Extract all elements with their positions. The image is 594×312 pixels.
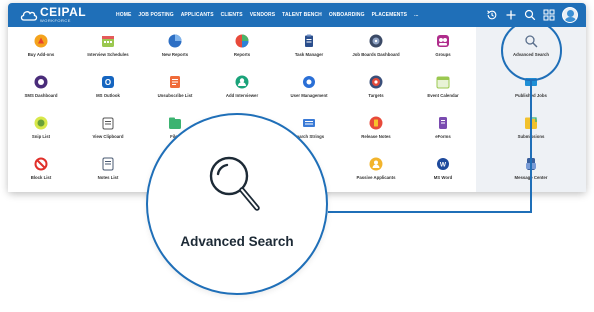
tile-interview-schedules[interactable]: Interview Schedules	[75, 27, 141, 68]
tile-label: Groups	[435, 52, 451, 57]
tile-label: Block List	[30, 175, 52, 180]
tile-label: Notes List	[97, 175, 119, 180]
advanced-search-callout-label: Advanced Search	[180, 234, 294, 249]
plus-icon[interactable]	[504, 8, 518, 22]
tile-message-center[interactable]: Message Center	[476, 150, 586, 191]
tile-add-interviewer[interactable]: Add Interviewer	[209, 68, 275, 109]
tile-ms-word[interactable]: W MS Word	[410, 150, 476, 191]
passive-applicants-icon	[369, 157, 383, 171]
logo-text: CEIPAL	[40, 5, 87, 19]
ceipal-logo[interactable]: CEIPAL WORKFORCE	[20, 6, 100, 24]
tile-label: Targets	[368, 93, 384, 98]
submissions-icon	[525, 117, 537, 129]
buy-add-ons-icon	[34, 34, 48, 48]
tile-label: Unsubscribe List	[157, 93, 193, 98]
svg-text:O: O	[105, 78, 111, 87]
targets-icon	[369, 75, 383, 89]
nav-more[interactable]: ...	[414, 12, 418, 18]
nav-home[interactable]: HOME	[116, 12, 131, 18]
tile-task-manager[interactable]: Task Manager	[276, 27, 342, 68]
tile-label: eForms	[435, 134, 451, 139]
tile-label: Interview Schedules	[87, 52, 129, 57]
top-navigation-bar: CEIPAL WORKFORCE HOME JOB POSTING APPLIC…	[8, 3, 586, 27]
nav-applicants[interactable]: APPLICANTS	[181, 12, 214, 18]
nav-talent-bench[interactable]: TALENT BENCH	[282, 12, 322, 18]
notes-list-icon	[102, 157, 114, 171]
tile-label: Add Interviewer	[225, 93, 259, 98]
tile-snip-list[interactable]: Snip List	[8, 109, 74, 150]
logo-subtext: WORKFORCE	[40, 18, 71, 23]
tile-job-boards-dashboard[interactable]: Job Boards Dashboard	[343, 27, 409, 68]
tile-event-calendar[interactable]: Event Calendar	[410, 68, 476, 109]
tile-passive-applicants[interactable]: Passive Applicants	[343, 150, 409, 191]
event-calendar-icon	[436, 76, 450, 89]
user-management-icon	[303, 76, 315, 88]
tile-unsubscribe-list[interactable]: Unsubscribe List	[142, 68, 208, 109]
advanced-search-large-icon	[209, 156, 260, 211]
tile-label: Release Notes	[361, 134, 391, 139]
reports-icon	[235, 34, 249, 48]
user-avatar[interactable]	[562, 7, 578, 23]
nav-clients[interactable]: CLIENTS	[221, 12, 243, 18]
ms-outlook-icon: O	[102, 76, 114, 88]
tile-buy-add-ons[interactable]: Buy Add-ons	[8, 27, 74, 68]
ms-word-icon: W	[437, 158, 449, 170]
tile-block-list[interactable]: Block List	[8, 150, 74, 191]
tile-sms-dashboard[interactable]: SMS Dashboard	[8, 68, 74, 109]
tile-label: Job Boards Dashboard	[352, 52, 400, 57]
release-notes-icon	[369, 116, 383, 130]
tile-release-notes[interactable]: Release Notes	[343, 109, 409, 150]
add-interviewer-icon	[235, 75, 249, 89]
tile-notes-list[interactable]: Notes List	[75, 150, 141, 191]
tile-label: View Clipboard	[92, 134, 124, 139]
tile-label: SMS Dashboard	[24, 93, 58, 98]
history-icon[interactable]	[485, 8, 499, 22]
tile-label: MS Word	[433, 175, 453, 180]
tile-label: Submissions	[517, 134, 545, 139]
nav-job-posting[interactable]: JOB POSTING	[138, 12, 173, 18]
nav-placements[interactable]: PLACEMENTS	[372, 12, 407, 18]
tile-label: Message Center	[514, 175, 548, 180]
tile-label: Event Calendar	[427, 93, 459, 98]
job-boards-dashboard-icon	[369, 34, 383, 48]
tile-submissions[interactable]: Submissions	[476, 109, 586, 150]
tile-label: Buy Add-ons	[27, 52, 55, 57]
groups-icon	[437, 35, 449, 47]
tile-ms-outlook[interactable]: O MS Outlook	[75, 68, 141, 109]
message-center-icon	[526, 158, 536, 170]
tile-label: Task Manager	[294, 52, 324, 57]
files-icon	[169, 117, 181, 129]
search-strings-icon	[303, 119, 315, 127]
tile-reports[interactable]: Reports	[209, 27, 275, 68]
cloud-logo-icon	[20, 11, 38, 21]
block-list-icon	[34, 157, 48, 171]
tile-label: MS Outlook	[96, 93, 120, 98]
tile-label: Published Jobs	[515, 93, 547, 98]
highlight-circle	[501, 20, 562, 81]
eforms-icon	[439, 117, 447, 129]
nav-vendors[interactable]: VENDORS	[250, 12, 275, 18]
snip-list-icon	[34, 116, 48, 130]
interview-schedules-icon	[102, 36, 114, 47]
main-nav: HOME JOB POSTING APPLICANTS CLIENTS VEND…	[116, 3, 426, 27]
tile-label: User Management	[290, 93, 328, 98]
tile-view-clipboard[interactable]: View Clipboard	[75, 109, 141, 150]
tile-label: Snip List	[31, 134, 51, 139]
tile-user-management[interactable]: User Management	[276, 68, 342, 109]
task-manager-icon	[305, 34, 313, 47]
tile-label: Passive Applicants	[356, 175, 396, 180]
tile-eforms[interactable]: eForms	[410, 109, 476, 150]
unsubscribe-list-icon	[170, 76, 180, 88]
sms-dashboard-icon	[34, 75, 48, 89]
apps-grid-icon[interactable]	[542, 8, 556, 22]
nav-onboarding[interactable]: ONBOARDING	[329, 12, 365, 18]
tile-groups[interactable]: Groups	[410, 27, 476, 68]
tile-label: Reports	[233, 52, 251, 57]
tile-targets[interactable]: Targets	[343, 68, 409, 109]
view-clipboard-icon	[102, 117, 114, 130]
svg-text:W: W	[440, 162, 447, 169]
tile-new-reports[interactable]: New Reports	[142, 27, 208, 68]
new-reports-icon	[168, 34, 182, 48]
tile-label: New Reports	[161, 52, 189, 57]
